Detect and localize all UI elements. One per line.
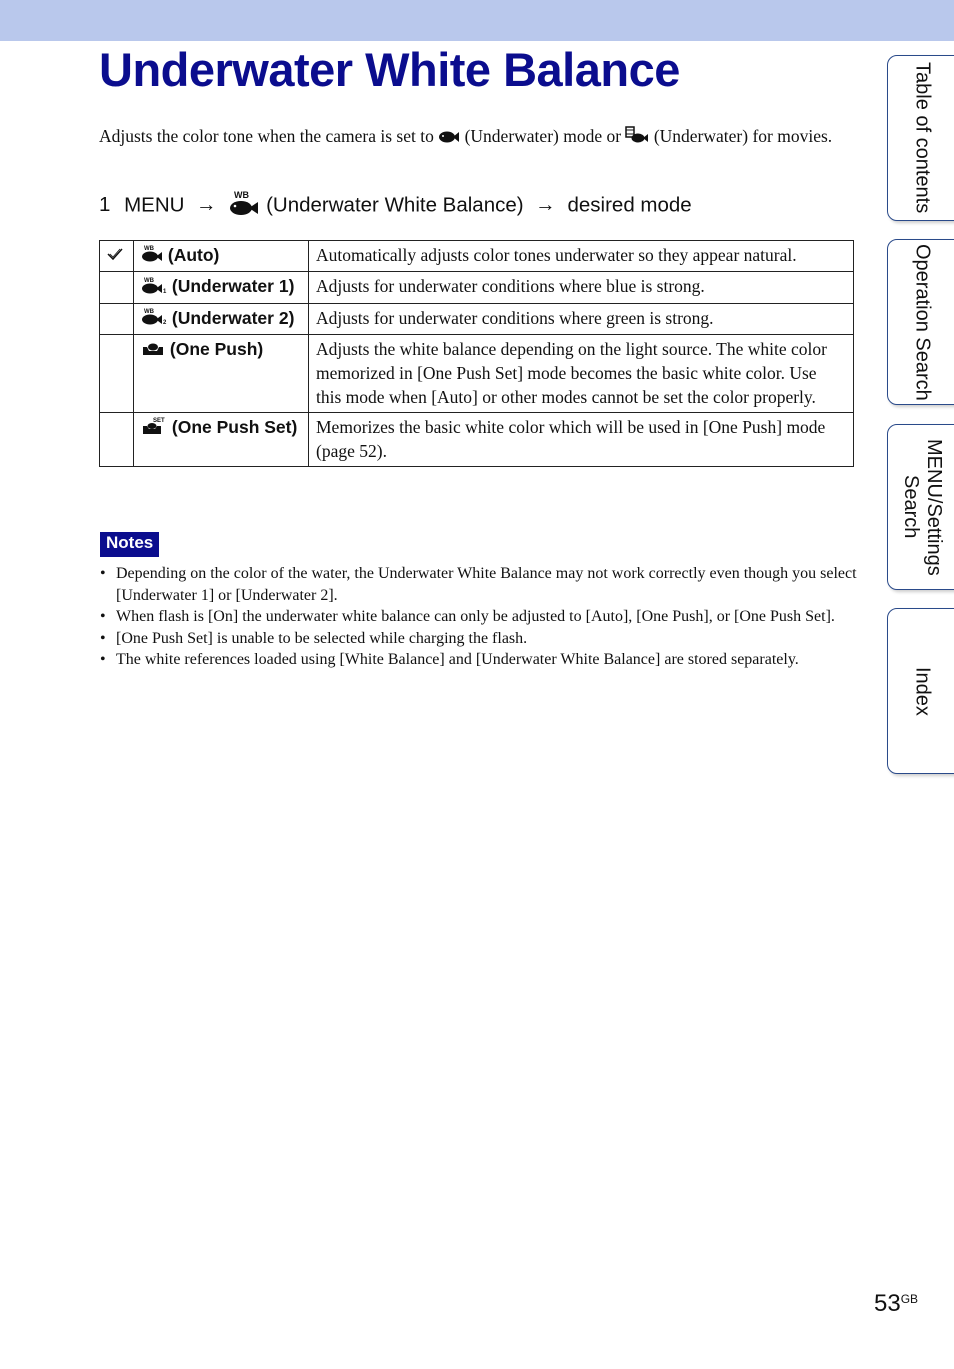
svg-text:WB: WB — [144, 278, 155, 284]
tab-label: Table of contents — [911, 62, 934, 214]
underwater-mode-icon — [438, 126, 460, 150]
wb-auto-icon: WB — [141, 244, 163, 268]
tab-menu-settings-search[interactable]: MENU/Settings Search — [887, 424, 954, 590]
default-cell — [99, 271, 134, 304]
mode-name: (Underwater 2) — [171, 307, 295, 328]
svg-text:SET: SET — [153, 418, 165, 424]
underwater-movie-icon — [625, 126, 649, 150]
note-item: The white references loaded using [White… — [99, 649, 859, 671]
svg-text:WB: WB — [234, 190, 249, 200]
default-cell — [99, 334, 134, 414]
mode-name: (Auto) — [167, 245, 220, 265]
mode-name: (Underwater 1) — [171, 276, 295, 297]
mode-description: Adjusts for underwater conditions where … — [308, 302, 854, 336]
notes-list: Depending on the color of the water, the… — [99, 563, 859, 671]
default-cell — [99, 412, 134, 468]
intro-text-3: (Underwater) for movies. — [653, 126, 833, 146]
notes-badge: Notes — [100, 532, 160, 557]
tab-label: MENU/Settings Search — [900, 438, 945, 576]
tab-label: Operation Search — [911, 243, 934, 401]
tab-operation-search[interactable]: Operation Search — [887, 239, 954, 405]
svg-text:2: 2 — [163, 320, 167, 325]
top-banner — [0, 0, 954, 41]
mode-name-cell: WB 2 (Underwater 2) — [133, 302, 309, 336]
table-row: WB 1 (Underwater 1) Adjusts for underwate… — [99, 271, 854, 304]
mode-name-cell: WB 1 (Underwater 1) — [133, 271, 309, 304]
tab-index[interactable]: Index — [887, 608, 954, 774]
default-cell — [99, 239, 134, 273]
mode-name: (One Push Set) — [171, 417, 298, 438]
mode-description: Adjusts the white balance depending on t… — [308, 334, 854, 414]
note-item: When flash is [On] the underwater white … — [99, 606, 859, 628]
intro-text-1: Adjusts the color tone when the camera i… — [99, 126, 434, 146]
intro-text-2: (Underwater) mode or — [464, 126, 622, 146]
procedure-step: 1 MENU → WB (Underwater White Balance) →… — [99, 189, 692, 223]
menu-item-label: (Underwater White Balance) — [266, 193, 524, 217]
target-label: desired mode — [567, 193, 692, 217]
one-push-set-icon: SET — [141, 416, 167, 442]
mode-name-cell: SET (One Push Set) — [133, 412, 309, 468]
wb-underwater-1-icon: WB 1 — [141, 276, 167, 300]
tab-table-of-contents[interactable]: Table of contents — [887, 55, 954, 221]
default-cell — [99, 302, 134, 336]
page-number: 53GB — [874, 1290, 918, 1318]
menu-label: MENU — [124, 193, 185, 217]
table-row: WB 2 (Underwater 2) Adjusts for underwate… — [99, 302, 854, 336]
arrow-right-icon: → — [535, 193, 556, 217]
mode-name-cell: (One Push) — [133, 334, 309, 414]
intro-paragraph: Adjusts the color tone when the camera i… — [99, 124, 859, 150]
underwater-white-balance-icon: WB — [228, 189, 260, 223]
step-number: 1 — [99, 193, 111, 217]
tab-label: Index — [911, 666, 934, 716]
page-number-value: 53 — [874, 1290, 901, 1317]
mode-description: Memorizes the basic white color which wi… — [308, 412, 854, 468]
page-number-suffix: GB — [900, 1292, 919, 1306]
table-row: WB (Auto) Automatically adjusts color to… — [99, 239, 854, 273]
note-item: [One Push Set] is unable to be selected … — [99, 628, 859, 650]
arrow-right-icon: → — [196, 193, 217, 217]
one-push-icon — [141, 339, 165, 363]
table-row: SET (One Push Set) Memorizes the basic w… — [99, 412, 854, 468]
svg-text:1: 1 — [163, 289, 167, 294]
mode-description: Automatically adjusts color tones underw… — [308, 239, 854, 273]
modes-table: WB (Auto) Automatically adjusts color to… — [99, 239, 854, 468]
default-checkmark-icon — [107, 245, 123, 265]
note-item: Depending on the color of the water, the… — [99, 563, 859, 606]
svg-text:WB: WB — [144, 309, 155, 315]
wb-underwater-2-icon: WB 2 — [141, 307, 167, 331]
mode-description: Adjusts for underwater conditions where … — [308, 271, 854, 304]
page-title: Underwater White Balance — [99, 43, 680, 96]
mode-name-cell: WB (Auto) — [133, 239, 309, 273]
svg-text:WB: WB — [144, 246, 155, 252]
mode-name: (One Push) — [169, 339, 264, 360]
table-row: (One Push) Adjusts the white balance dep… — [99, 334, 854, 414]
